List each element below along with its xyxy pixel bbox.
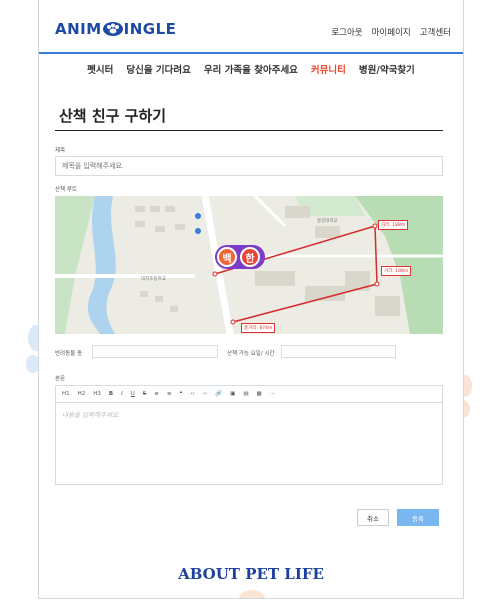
editor-toolbar: H1 H2 H3 B I U S ≡ ≡ ❝ ‹› ‹› 🔗 ▣ ▤ ▦ ⋯ bbox=[56, 386, 442, 403]
code-button[interactable]: ‹› bbox=[190, 391, 194, 397]
video-button[interactable]: ▤ bbox=[243, 391, 248, 397]
page-frame: ANIM INGLE 로그아웃 마이페이지 고객센터 펫시터 당신을 기다려요 … bbox=[38, 0, 464, 599]
distance-tag-1: 거리: 188m bbox=[378, 220, 409, 230]
bullet-list-button[interactable]: ≡ bbox=[154, 391, 159, 397]
table-button[interactable]: ▦ bbox=[257, 391, 262, 397]
image-button[interactable]: ▣ bbox=[230, 391, 235, 397]
title-input[interactable] bbox=[55, 156, 443, 176]
title-label: 제목 bbox=[55, 148, 66, 154]
nav-item-community[interactable]: 커뮤니티 bbox=[311, 62, 346, 76]
place-label-school: 대지초등학교 bbox=[141, 277, 166, 282]
bold-button[interactable]: B bbox=[109, 391, 113, 397]
italic-button[interactable]: I bbox=[121, 391, 123, 397]
utility-links: 로그아웃 마이페이지 고객센터 bbox=[331, 26, 451, 38]
pet-type-input[interactable] bbox=[92, 345, 218, 358]
body-textarea[interactable]: 내용을 입력해주세요. bbox=[56, 403, 442, 425]
paw-decoration-bottom bbox=[239, 590, 265, 598]
heading1-button[interactable]: H1 bbox=[62, 391, 70, 397]
distance-tag-2: 거리: 188m bbox=[381, 266, 412, 276]
nav-item-find-family[interactable]: 우리 가족을 찾아주세요 bbox=[204, 62, 298, 76]
logo-right-text: INGLE bbox=[123, 20, 177, 38]
title-divider bbox=[55, 130, 443, 131]
total-distance-tag: 총거리: 874m bbox=[241, 323, 276, 333]
logo[interactable]: ANIM INGLE bbox=[55, 20, 176, 38]
heading3-button[interactable]: H3 bbox=[93, 391, 101, 397]
link-button[interactable]: 🔗 bbox=[215, 391, 222, 397]
strike-button[interactable]: S bbox=[143, 391, 147, 397]
pet-type-label: 반려동물 종 bbox=[55, 351, 83, 357]
body-editor: H1 H2 H3 B I U S ≡ ≡ ❝ ‹› ‹› 🔗 ▣ ▤ ▦ ⋯ 내… bbox=[55, 385, 443, 485]
paw-logo-icon bbox=[102, 22, 123, 36]
mypage-link[interactable]: 마이페이지 bbox=[372, 26, 411, 38]
time-label: 산책 가능 요일/ 시간 bbox=[227, 351, 275, 357]
quote-button[interactable]: ❝ bbox=[180, 391, 183, 397]
place-label-university: 용인대학교 bbox=[317, 219, 338, 224]
header: ANIM INGLE 로그아웃 마이페이지 고객센터 bbox=[39, 0, 463, 54]
nav-item-petsitter[interactable]: 펫시터 bbox=[87, 62, 113, 76]
footer-title: ABOUT PET LIFE bbox=[178, 565, 324, 583]
body-label: 본문 bbox=[55, 376, 66, 382]
code-block-button[interactable]: ‹› bbox=[203, 391, 207, 397]
main-nav: 펫시터 당신을 기다려요 우리 가족을 찾아주세요 커뮤니티 병원/약국찾기 bbox=[39, 62, 463, 76]
user-badge-baek[interactable]: 백 bbox=[217, 247, 237, 267]
heading2-button[interactable]: H2 bbox=[78, 391, 86, 397]
route-badges: 백 한 bbox=[217, 247, 260, 267]
underline-button[interactable]: U bbox=[131, 391, 135, 397]
time-input[interactable] bbox=[281, 345, 396, 358]
more-button[interactable]: ⋯ bbox=[270, 391, 276, 397]
nav-item-waiting[interactable]: 당신을 기다려요 bbox=[126, 62, 191, 76]
ordered-list-button[interactable]: ≡ bbox=[167, 391, 172, 397]
logo-left-text: ANIM bbox=[55, 20, 102, 38]
submit-button[interactable]: 등록 bbox=[397, 509, 439, 526]
cancel-button[interactable]: 취소 bbox=[357, 509, 389, 526]
route-label: 산책 루트 bbox=[55, 187, 77, 193]
customer-center-link[interactable]: 고객센터 bbox=[420, 26, 451, 38]
logout-link[interactable]: 로그아웃 bbox=[331, 26, 362, 38]
user-badge-han[interactable]: 한 bbox=[240, 247, 260, 267]
nav-item-hospital[interactable]: 병원/약국찾기 bbox=[359, 62, 415, 76]
page-title: 산책 친구 구하기 bbox=[59, 107, 167, 125]
